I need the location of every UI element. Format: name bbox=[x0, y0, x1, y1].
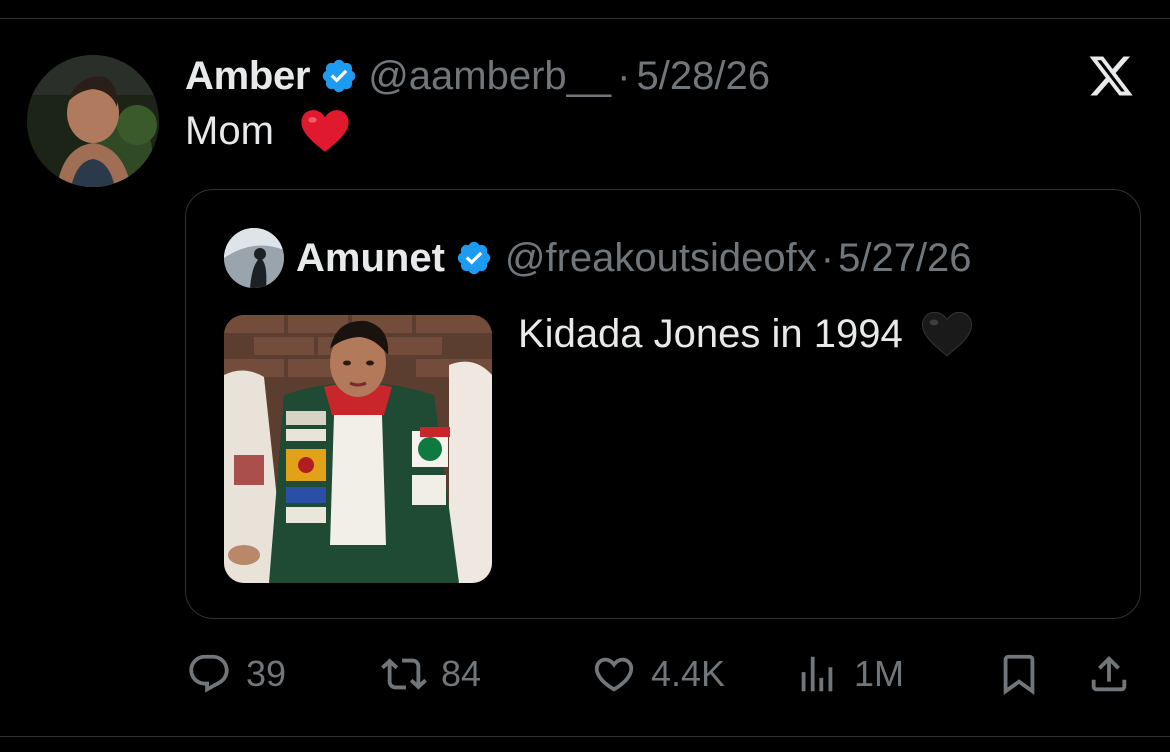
top-divider bbox=[0, 18, 1170, 19]
reply-icon bbox=[189, 654, 229, 693]
tweet-text: Mom bbox=[185, 108, 274, 153]
bookmark-button[interactable] bbox=[996, 650, 1042, 698]
repost-button[interactable]: 84 bbox=[381, 650, 481, 698]
quoted-author-avatar[interactable] bbox=[224, 228, 284, 288]
photo-thumbnail-image bbox=[224, 315, 492, 583]
action-bar: 39 84 4.4K 1M bbox=[186, 650, 1138, 698]
tweet-screenshot: Amber @aamberb__ · 5/28/26 Mom Amunet @f… bbox=[0, 0, 1170, 752]
verified-badge-icon bbox=[322, 59, 356, 93]
quoted-tweet-body: Kidada Jones in 1994 bbox=[518, 310, 973, 358]
reply-button[interactable]: 39 bbox=[186, 650, 286, 698]
author-handle[interactable]: @aamberb__ bbox=[368, 54, 611, 99]
quoted-author-handle[interactable]: @freakoutsideofx bbox=[505, 236, 817, 281]
quoted-author-name[interactable]: Amunet bbox=[296, 236, 445, 281]
repost-icon bbox=[381, 658, 427, 690]
share-upload-icon bbox=[1091, 655, 1127, 692]
author-avatar[interactable] bbox=[27, 55, 159, 187]
quoted-photo-thumbnail[interactable] bbox=[224, 315, 492, 583]
red-heart-emoji-icon bbox=[301, 110, 349, 152]
tweet-date[interactable]: 5/28/26 bbox=[637, 54, 770, 99]
x-logo-icon[interactable] bbox=[1085, 52, 1137, 100]
quoted-tweet-text: Kidada Jones in 1994 bbox=[518, 311, 903, 356]
like-count: 4.4K bbox=[651, 653, 726, 694]
quoted-tweet-date[interactable]: 5/27/26 bbox=[838, 236, 971, 281]
separator-dot: · bbox=[820, 235, 835, 280]
separator-dot: · bbox=[617, 53, 631, 98]
quoted-avatar-photo bbox=[224, 228, 284, 288]
quoted-tweet-card[interactable]: Amunet @freakoutsideofx · 5/27/26 Kidada… bbox=[185, 189, 1141, 619]
bookmark-icon bbox=[1003, 654, 1035, 695]
tweet-header: Amber @aamberb__ · 5/28/26 bbox=[185, 50, 770, 102]
author-name[interactable]: Amber bbox=[185, 54, 311, 99]
quoted-tweet-header: Amunet @freakoutsideofx · 5/27/26 bbox=[296, 232, 972, 284]
avatar-photo bbox=[27, 55, 159, 187]
like-heart-icon bbox=[594, 657, 634, 692]
like-button[interactable]: 4.4K bbox=[591, 650, 725, 698]
views-chart-icon bbox=[801, 656, 833, 692]
views-button[interactable]: 1M bbox=[794, 650, 904, 698]
repost-count: 84 bbox=[441, 653, 482, 694]
reply-count: 39 bbox=[246, 653, 287, 694]
verified-badge-icon bbox=[457, 241, 491, 275]
views-count: 1M bbox=[854, 653, 905, 694]
share-button[interactable] bbox=[1086, 650, 1132, 698]
black-heart-emoji-icon bbox=[921, 311, 972, 357]
tweet-body: Mom bbox=[185, 108, 350, 154]
bottom-divider bbox=[0, 736, 1170, 737]
